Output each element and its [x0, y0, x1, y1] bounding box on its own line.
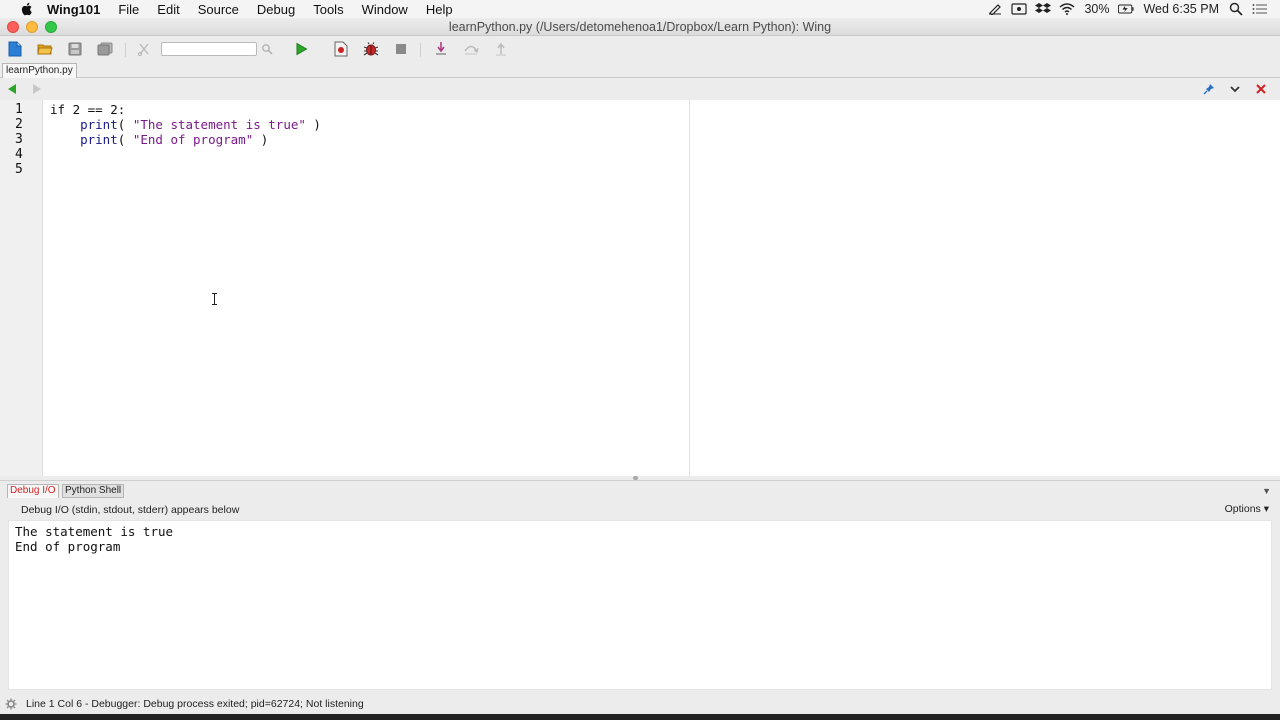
new-file-icon[interactable] — [6, 41, 24, 57]
menu-debug[interactable]: Debug — [248, 2, 304, 17]
panel-menu-arrow-icon[interactable]: ▼ — [1262, 486, 1271, 496]
back-arrow-icon[interactable] — [6, 83, 18, 95]
tab-python-shell[interactable]: Python Shell — [62, 484, 125, 498]
window-title-bar: learnPython.py (/Users/detomehenoa1/Drop… — [0, 18, 1280, 36]
screen-bottom-edge — [0, 714, 1280, 720]
open-folder-icon[interactable] — [36, 41, 54, 57]
notification-center-icon[interactable] — [1252, 2, 1268, 16]
line-number: 4 — [15, 147, 23, 162]
toolbar — [0, 36, 1280, 62]
line-number: 3 — [15, 132, 23, 147]
spotlight-search-icon[interactable] — [1228, 2, 1244, 16]
line-number: 2 — [15, 117, 23, 132]
tab-debug-io[interactable]: Debug I/O — [7, 484, 59, 498]
battery-percent: 30% — [1084, 2, 1110, 16]
chevron-down-icon[interactable] — [1229, 83, 1241, 95]
apple-icon[interactable] — [19, 2, 33, 16]
editor-file-tab[interactable]: learnPython.py — [2, 63, 77, 78]
editor-tab-strip: learnPython.py — [0, 62, 1280, 78]
search-icon[interactable] — [258, 41, 276, 57]
breakpoint-icon[interactable] — [332, 41, 350, 57]
step-into-icon[interactable] — [432, 41, 450, 57]
console-output-line: End of program — [15, 539, 121, 554]
code-editor[interactable]: 1 2 3 4 5 if 2 == 2: print( "The stateme… — [0, 100, 1280, 480]
code-token: ) — [253, 132, 269, 147]
code-token: "End of program" — [132, 132, 254, 147]
menu-tools[interactable]: Tools — [304, 2, 352, 17]
code-token: ( — [117, 117, 133, 132]
line-number: 5 — [15, 162, 23, 177]
debug-icon[interactable] — [362, 41, 380, 57]
line-number: 1 — [15, 102, 23, 117]
save-icon[interactable] — [66, 41, 84, 57]
step-over-icon[interactable] — [462, 41, 480, 57]
menu-source[interactable]: Source — [189, 2, 248, 17]
code-token: if 2 == 2: — [50, 102, 126, 117]
step-out-icon[interactable] — [492, 41, 510, 57]
forward-arrow-icon[interactable] — [31, 83, 43, 95]
ibeam-cursor-icon — [212, 293, 217, 305]
menu-bar: Wing101 File Edit Source Debug Tools Win… — [0, 0, 1280, 18]
menu-help[interactable]: Help — [417, 2, 462, 17]
code-token: ) — [305, 117, 321, 132]
close-editor-icon[interactable] — [1255, 83, 1267, 95]
code-token: "The statement is true" — [132, 117, 306, 132]
options-label: Options — [1224, 503, 1261, 515]
code-token: print — [80, 132, 118, 147]
pin-icon[interactable] — [1203, 83, 1215, 95]
debug-io-header: Debug I/O (stdin, stdout, stderr) appear… — [0, 498, 1280, 520]
cut-icon[interactable] — [135, 41, 153, 57]
code-token: print — [80, 117, 118, 132]
window-title: learnPython.py (/Users/detomehenoa1/Drop… — [448, 20, 832, 34]
status-message: Line 1 Col 6 - Debugger: Debug process e… — [26, 698, 364, 710]
menu-window[interactable]: Window — [353, 2, 417, 17]
menu-app-name[interactable]: Wing101 — [47, 2, 109, 17]
run-icon[interactable] — [292, 41, 310, 57]
screen-record-icon[interactable] — [1011, 2, 1028, 16]
menu-file[interactable]: File — [109, 2, 148, 17]
debug-io-console[interactable]: The statement is true End of program — [8, 520, 1272, 690]
code-line[interactable]: if 2 == 2: — [50, 102, 125, 117]
console-output-line: The statement is true — [15, 524, 174, 539]
wifi-icon[interactable] — [1059, 2, 1075, 16]
options-menu-button[interactable]: Options ▾ — [1225, 503, 1269, 515]
editor-nav-row — [0, 78, 1280, 100]
code-token: ( — [117, 132, 133, 147]
status-bar: Line 1 Col 6 - Debugger: Debug process e… — [0, 694, 1280, 714]
stop-icon[interactable] — [392, 41, 410, 57]
edge-column-guide — [689, 100, 690, 476]
save-all-icon[interactable] — [96, 41, 114, 57]
dropbox-icon[interactable] — [1035, 2, 1052, 16]
line-number-gutter: 1 2 3 4 5 — [0, 100, 43, 476]
code-line[interactable]: print( "End of program" ) — [50, 132, 268, 147]
pen-icon[interactable] — [987, 2, 1003, 16]
battery-icon[interactable] — [1118, 2, 1135, 16]
debug-io-description: Debug I/O (stdin, stdout, stderr) appear… — [21, 504, 240, 516]
code-line[interactable]: print( "The statement is true" ) — [50, 117, 321, 132]
menu-edit[interactable]: Edit — [148, 2, 188, 17]
toolbar-search-input[interactable] — [161, 42, 257, 56]
bottom-panel-tabs: Debug I/O Python Shell ▼ — [0, 480, 1280, 498]
clock[interactable]: Wed 6:35 PM — [1143, 2, 1219, 16]
gear-icon[interactable] — [5, 698, 17, 710]
